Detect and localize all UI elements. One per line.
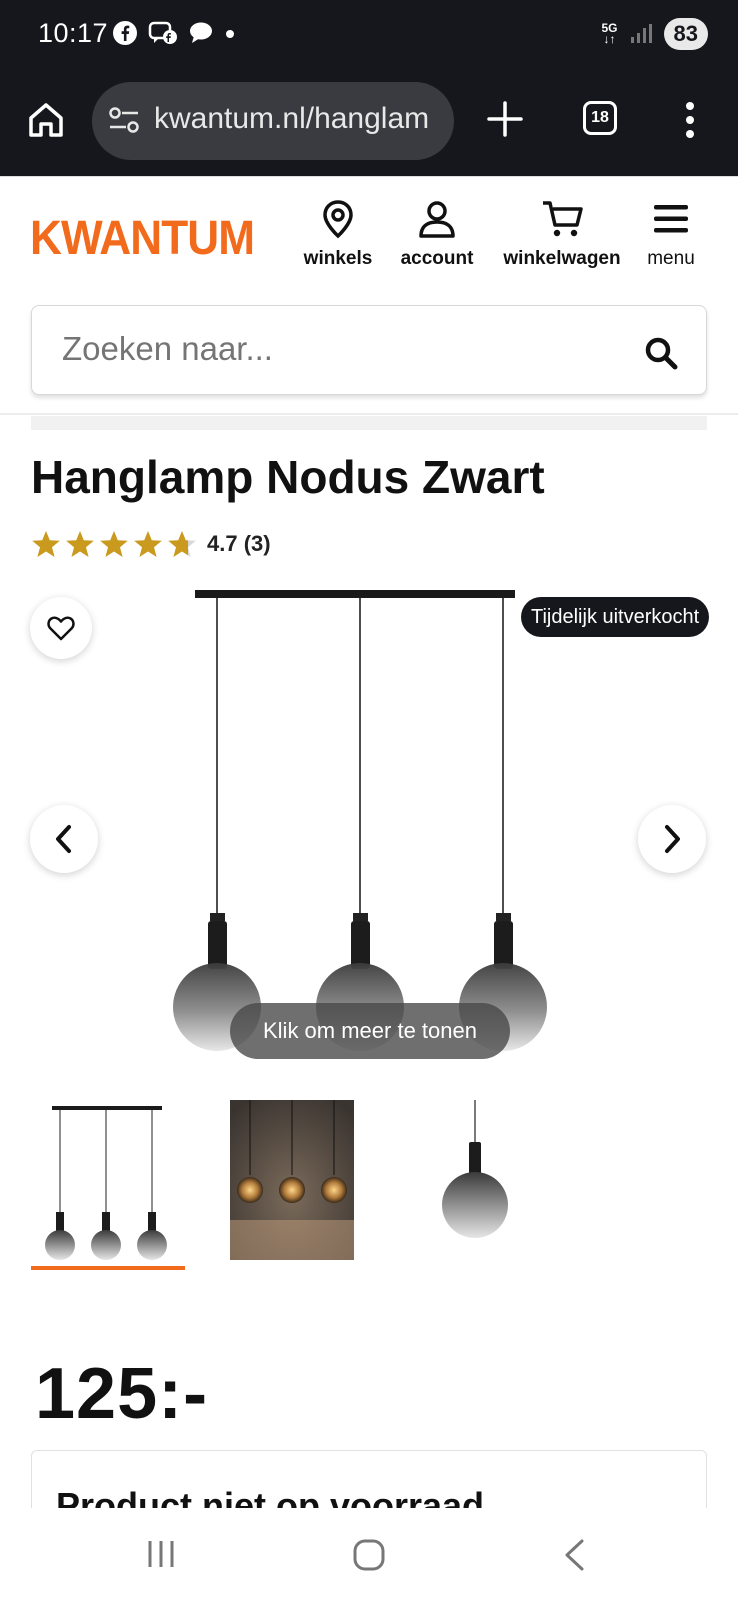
nav-label: winkelwagen [503, 248, 621, 269]
chevron-left-icon [56, 825, 71, 853]
browser-home-icon[interactable] [26, 100, 66, 140]
nav-winkels[interactable]: winkels [300, 199, 376, 270]
signal-icon [630, 24, 652, 43]
site-settings-icon[interactable] [108, 106, 140, 134]
star-icon [134, 531, 162, 557]
search-box [31, 305, 707, 395]
nav-menu[interactable]: menu [640, 199, 702, 270]
thumbnail-strip [0, 1100, 738, 1280]
nav-label: account [400, 248, 474, 269]
thumbnail-1[interactable] [40, 1100, 180, 1260]
next-image-button[interactable] [638, 805, 706, 873]
search-icon[interactable] [644, 336, 678, 370]
status-right: 5G ↓↑ 83 [601, 18, 708, 50]
rating-text: 4.7 (3) [207, 531, 271, 556]
sold-out-badge: Tijdelijk uitverkocht [521, 597, 710, 637]
nav-account[interactable]: account [392, 199, 482, 270]
thumbnail-3[interactable] [430, 1100, 520, 1260]
battery-indicator: 83 [663, 18, 708, 50]
user-icon [419, 201, 455, 238]
star-half-icon [168, 531, 196, 557]
status-time: 10:17 [38, 18, 109, 48]
heart-icon [47, 616, 75, 641]
nav-winkelwagen[interactable]: winkelwagen [494, 199, 630, 270]
url-bar[interactable]: kwantum.nl/hanglam [92, 82, 454, 160]
status-bar: 10:17 5G ↓↑ 83 [0, 0, 738, 72]
product-rating[interactable]: 4.7 (3) [31, 530, 271, 558]
home-icon[interactable] [352, 1538, 386, 1572]
favorite-button[interactable] [30, 597, 92, 659]
site-header: KWANTUM winkels account winkelwagen menu [0, 176, 738, 296]
recent-apps-icon[interactable] [146, 1538, 176, 1570]
thumbnail-2[interactable] [230, 1100, 354, 1260]
chat-bubble-icon [190, 22, 212, 43]
product-gallery[interactable]: Tijdelijk uitverkocht Klik om meer te to… [0, 585, 738, 1075]
divider [0, 413, 738, 415]
thumbnail-active-indicator [31, 1266, 185, 1270]
facebook-icon [113, 21, 137, 45]
product-image[interactable] [170, 585, 570, 1075]
network-indicator: 5G ↓↑ [601, 21, 618, 46]
kwantum-logo[interactable]: KWANTUM [30, 211, 255, 266]
location-pin-icon [323, 200, 353, 239]
back-icon[interactable] [562, 1538, 586, 1572]
star-icon [32, 531, 60, 557]
nav-label: winkels [303, 248, 373, 269]
notification-icons [112, 20, 236, 46]
more-options-icon[interactable] [684, 100, 696, 140]
messenger-icon [148, 21, 177, 44]
show-more-button[interactable]: Klik om meer te tonen [230, 1003, 510, 1059]
cart-icon [543, 201, 583, 237]
stock-status-card: Product niet op voorraad [31, 1450, 707, 1510]
product-price: 125:- [35, 1354, 209, 1434]
chevron-right-icon [665, 825, 680, 853]
stock-status-title: Product niet op voorraad [56, 1485, 485, 1510]
previous-image-button[interactable] [30, 805, 98, 873]
hamburger-icon [654, 205, 688, 233]
new-tab-icon[interactable] [484, 98, 526, 140]
nav-label: menu [647, 248, 695, 269]
dot-icon [226, 30, 234, 38]
breadcrumb-strip [31, 416, 707, 430]
tab-switcher-button[interactable]: 18 [583, 101, 617, 135]
browser-toolbar: kwantum.nl/hanglam 18 [0, 72, 738, 176]
search-input[interactable] [62, 330, 622, 368]
star-icon [100, 531, 128, 557]
android-navigation-bar [0, 1508, 738, 1600]
product-title: Hanglamp Nodus Zwart [31, 451, 545, 503]
url-text: kwantum.nl/hanglam [154, 102, 430, 135]
star-icon [66, 531, 94, 557]
